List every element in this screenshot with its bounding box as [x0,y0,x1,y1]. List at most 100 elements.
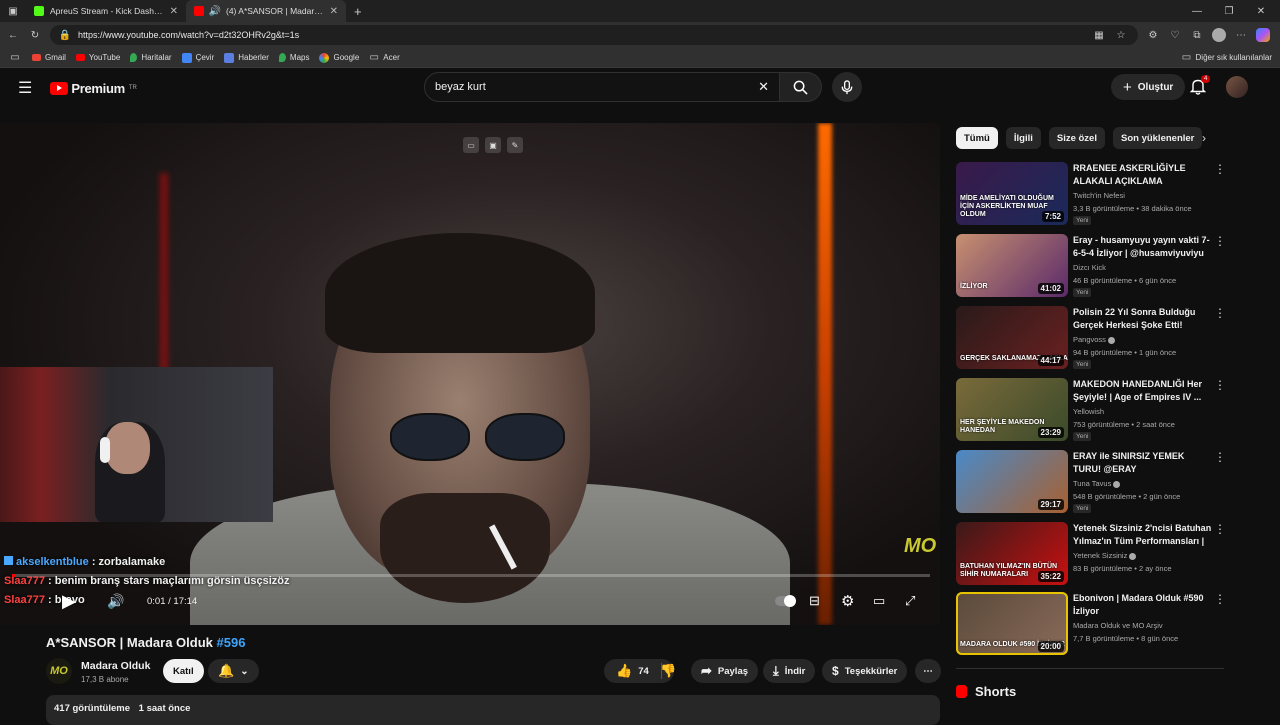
new-tab-button[interactable]: + [354,4,362,19]
video-thumbnail[interactable]: GERÇEK SAKLANAMAZ... ASLA 44:17 [956,306,1068,369]
volume-icon[interactable]: 🔊 [107,588,124,614]
extensions-icon[interactable]: ⚙ [1146,28,1160,42]
autoplay-toggle[interactable] [775,588,796,614]
recommended-title[interactable]: Eray - husamyuyu yayın vakti 7-6-5-4 İzl… [1073,234,1213,260]
video-thumbnail[interactable]: İZLİYOR 41:02 [956,234,1068,297]
speaker-icon[interactable]: 🔊 [209,4,221,18]
thanks-button[interactable]: $ Teşekkürler [822,659,908,683]
app-available-icon[interactable]: ▦ [1092,28,1106,42]
more-vertical-icon[interactable]: ⋮ [1214,450,1226,464]
maximize-icon[interactable]: ❐ [1222,4,1236,18]
minimize-icon[interactable]: — [1190,4,1204,18]
bookmark-gmail[interactable]: Gmail [32,53,66,62]
search-input[interactable]: beyaz kurt ✕ [424,72,780,102]
recommended-title[interactable]: RRAENEE ASKERLİĞİYLE ALAKALI AÇIKLAMA [1073,162,1213,188]
recommended-video[interactable]: HER ŞEYİYLE MAKEDON HANEDAN 23:29 MAKEDO… [956,378,1226,442]
more-vertical-icon[interactable]: ⋮ [1214,522,1226,536]
bookmark-maps[interactable]: Maps [278,53,309,62]
join-button[interactable]: Katıl [163,659,204,683]
recommended-title[interactable]: ERAY ile SINIRSIZ YEMEK TURU! @ERAY [1073,450,1213,476]
more-icon[interactable]: ⋯ [1234,28,1248,42]
settings-gear-icon[interactable]: ⚙ [841,588,854,614]
more-vertical-icon[interactable]: ⋮ [1214,592,1226,606]
video-thumbnail[interactable]: BATUHAN YILMAZ'IN BÜTÜN SİHİR NUMARALARI… [956,522,1068,585]
channel-name[interactable]: Madara Olduk [81,660,150,672]
recommended-video[interactable]: 29:17 ERAY ile SINIRSIZ YEMEK TURU! @ERA… [956,450,1226,514]
channel-avatar[interactable]: MO [46,658,72,684]
window-menu-icon[interactable]: ▣ [6,4,20,18]
more-vertical-icon[interactable]: ⋮ [1214,234,1226,248]
video-thumbnail[interactable]: MİDE AMELİYATI OLDUĞUM İÇİN ASKERLİKTEN … [956,162,1068,225]
recommended-video[interactable]: İZLİYOR 41:02 Eray - husamyuyu yayın vak… [956,234,1226,298]
recommended-channel[interactable]: Pangvoss [1073,335,1115,344]
bookmark-youtube[interactable]: YouTube [75,53,120,62]
recommended-channel[interactable]: Dizcı Kick [1073,263,1106,272]
recommended-channel[interactable]: Yetenek Sizsiniz [1073,551,1137,560]
bookmark-haritalar[interactable]: Haritalar [130,53,172,62]
dislike-button[interactable]: 👎 [652,659,684,683]
recommended-title[interactable]: MAKEDON HANEDANLIĞI Her Şeyiyle! | Age o… [1073,378,1213,404]
user-avatar[interactable] [1226,76,1248,98]
download-button[interactable]: ⤓ İndir [763,659,816,683]
address-bar[interactable]: 🔒 https://www.youtube.com/watch?v=d2t32O… [50,25,1138,45]
browser-essentials-icon[interactable]: ♡ [1168,28,1182,42]
recommended-channel[interactable]: Madara Olduk ve MO Arşiv [1073,621,1163,630]
bookmark-cevir[interactable]: Çevir [181,52,214,63]
channel-watermark[interactable]: MO [904,535,936,558]
miniplayer-icon[interactable]: ▭ [463,137,479,153]
tab-close-icon[interactable]: ✕ [170,6,178,17]
back-icon[interactable]: ← [6,28,20,42]
bookmark-other[interactable]: ▭ Diğer sık kullanılanlar [1182,51,1272,65]
browser-tab-youtube[interactable]: 🔊 (4) A*SANSOR | Madara Olduk ✕ [186,0,346,22]
youtube-premium-logo[interactable]: Premium TR [50,81,137,96]
recommended-video[interactable]: BATUHAN YILMAZ'IN BÜTÜN SİHİR NUMARALARI… [956,522,1226,586]
recommended-video[interactable]: MADARA OLDUK #590 İZLİYOR 20:00 Ebonivon… [956,592,1226,656]
pip-icon[interactable]: ▣ [485,137,501,153]
close-window-icon[interactable]: ✕ [1254,4,1268,18]
description-box[interactable]: 417 görüntüleme 1 saat önce [46,695,940,725]
clear-search-icon[interactable]: ✕ [758,79,769,95]
collections-icon[interactable]: ⧉ [1190,28,1204,42]
video-hashtag[interactable]: #596 [217,635,246,650]
favorite-star-icon[interactable]: ☆ [1114,28,1128,42]
recommended-channel[interactable]: Tuna Tavus [1073,479,1121,488]
video-player[interactable]: ▭ ▣ ✎ MO akselkentblue : zorbalamake Sla… [0,123,940,625]
create-button[interactable]: + Oluştur [1111,74,1186,100]
chevron-right-icon[interactable]: › [1202,131,1206,145]
more-actions-button[interactable]: ⋯ [915,659,941,683]
chip-related[interactable]: İlgili [1005,127,1041,149]
share-button[interactable]: ➦ Paylaş [691,659,759,683]
chip-recent[interactable]: Son yüklenenler [1112,127,1203,149]
tab-close-icon[interactable]: ✕ [330,6,338,17]
bookmark-haberler[interactable]: Haberler [224,52,269,63]
fullscreen-icon[interactable]: ⤢ [905,588,915,614]
more-vertical-icon[interactable]: ⋮ [1214,306,1226,320]
recommended-title[interactable]: Polisin 22 Yıl Sonra Bulduğu Gerçek Herk… [1073,306,1213,332]
clip-icon[interactable]: ✎ [507,137,523,153]
sidebar-toggle-icon[interactable]: ▭ [8,51,22,65]
progress-bar[interactable] [12,574,930,577]
refresh-icon[interactable]: ↻ [28,28,42,42]
more-vertical-icon[interactable]: ⋮ [1214,162,1226,176]
recommended-title[interactable]: Ebonivon | Madara Olduk #590 İzliyor [1073,592,1213,618]
recommended-channel[interactable]: Twitch'in Nefesi [1073,191,1125,200]
bookmark-acer[interactable]: ▭ Acer [369,51,400,65]
subscribed-bell-button[interactable]: 🔔 ⌄ [208,659,259,683]
chip-for-you[interactable]: Size özel [1048,127,1105,149]
more-vertical-icon[interactable]: ⋮ [1214,378,1226,392]
recommended-channel[interactable]: Yellowish [1073,407,1104,416]
copilot-icon[interactable] [1256,28,1270,42]
bookmark-google[interactable]: Google [319,52,359,63]
search-button[interactable] [780,72,822,102]
play-button[interactable]: ▶ [62,588,76,614]
video-thumbnail[interactable]: MADARA OLDUK #590 İZLİYOR 20:00 [956,592,1068,655]
hamburger-menu-icon[interactable]: ☰ [18,78,32,98]
voice-search-button[interactable] [832,72,862,102]
video-thumbnail[interactable]: HER ŞEYİYLE MAKEDON HANEDAN 23:29 [956,378,1068,441]
theater-mode-icon[interactable]: ▭ [873,588,885,614]
recommended-title[interactable]: Yetenek Sizsiniz 2'ncisi Batuhan Yılmaz'… [1073,522,1213,549]
browser-tab-kick[interactable]: ApreuS Stream - Kick Dashboard ✕ [26,0,186,22]
video-thumbnail[interactable]: 29:17 [956,450,1068,513]
recommended-video[interactable]: MİDE AMELİYATI OLDUĞUM İÇİN ASKERLİKTEN … [956,162,1226,226]
subtitles-icon[interactable]: ⊟ [809,588,820,614]
